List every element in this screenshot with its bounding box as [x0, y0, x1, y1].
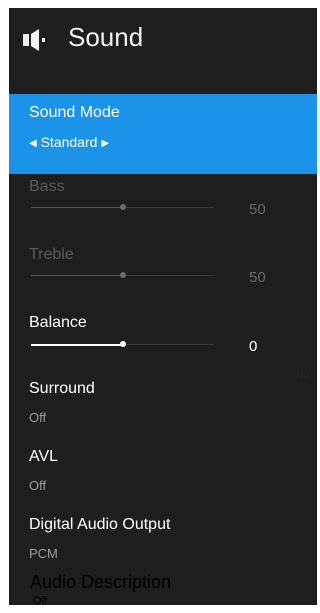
page-title: Sound [68, 22, 144, 52]
bass-value: 50 [249, 201, 266, 218]
treble-label: Treble [29, 246, 74, 263]
sound-mode-label: Sound Mode [29, 104, 120, 121]
balance-slider[interactable] [31, 341, 214, 347]
bass-slider-knob [119, 204, 126, 210]
menu-item-surround[interactable]: Surround Off [9, 378, 317, 446]
bass-slider-fill [31, 207, 123, 208]
menu-header: Sound [9, 8, 317, 86]
avl-label: AVL [29, 448, 59, 465]
treble-value: 50 [249, 269, 266, 286]
speaker-icon [23, 29, 45, 51]
arrow-left-icon[interactable]: ◀ [29, 138, 37, 149]
menu-item-sound-mode[interactable]: Sound Mode ◀ Standard ▶ [9, 94, 317, 174]
menu-item-digital-audio-output[interactable]: Digital Audio Output PCM [9, 514, 317, 574]
surround-value: Off [29, 410, 47, 425]
bass-label: Bass [29, 178, 65, 195]
treble-slider [31, 272, 214, 278]
bass-slider [31, 204, 214, 210]
sound-mode-value: Standard [40, 134, 98, 150]
sound-menu-panel: Sound Sound Mode ◀ Standard ▶ Bass 50 Tr… [9, 8, 317, 605]
menu-item-avl[interactable]: AVL Off [9, 446, 317, 514]
balance-value: 0 [249, 338, 258, 355]
surround-label: Surround [29, 380, 95, 397]
digital-audio-output-label: Digital Audio Output [29, 516, 171, 533]
balance-slider-fill [31, 343, 123, 346]
treble-slider-knob [119, 272, 126, 278]
menu-item-balance[interactable]: Balance 0 [9, 310, 317, 378]
sound-mode-selector[interactable]: ◀ Standard ▶ [29, 134, 109, 150]
balance-label: Balance [29, 314, 87, 331]
menu-item-treble: Treble 50 [9, 242, 317, 310]
balance-slider-knob[interactable] [119, 341, 126, 347]
digital-audio-output-value: PCM [29, 546, 58, 561]
menu-item-bass: Bass 50 [9, 174, 317, 242]
audio-description-label[interactable]: Audio Description [30, 572, 171, 593]
arrow-right-icon[interactable]: ▶ [101, 138, 109, 149]
ghost-text: No [296, 370, 309, 381]
avl-value: Off [29, 478, 47, 493]
audio-description-value: Off [33, 595, 48, 607]
treble-slider-fill [31, 275, 123, 276]
